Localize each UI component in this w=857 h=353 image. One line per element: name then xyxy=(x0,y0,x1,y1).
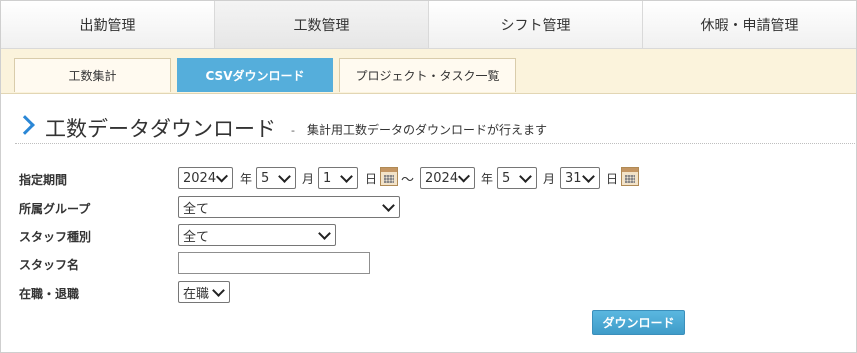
staff-name-label: スタッフ名 xyxy=(19,258,80,272)
staff-type-label: スタッフ種別 xyxy=(19,230,92,244)
to-year-select[interactable]: 2024 xyxy=(420,167,475,189)
top-navigation: 出勤管理 工数管理 シフト管理 休暇・申請管理 xyxy=(1,1,856,49)
app-frame: 出勤管理 工数管理 シフト管理 休暇・申請管理 工数集計 CSVダウンロード プ… xyxy=(0,0,857,353)
sub-navigation: 工数集計 CSVダウンロード プロジェクト・タスク一覧 xyxy=(1,49,856,94)
from-day-select[interactable]: 1 xyxy=(318,167,358,189)
staff-name-input[interactable] xyxy=(178,252,370,274)
from-month-select[interactable]: 5 xyxy=(256,167,296,189)
tab-attendance[interactable]: 出勤管理 xyxy=(1,1,215,48)
group-label: 所属グループ xyxy=(19,202,91,216)
page-title: 工数データダウンロード xyxy=(45,117,276,141)
from-day-unit: 日 xyxy=(365,172,378,186)
to-day-select[interactable]: 31 xyxy=(560,167,600,189)
range-tilde: ～ xyxy=(401,173,415,188)
calendar-icon[interactable] xyxy=(621,167,639,186)
period-label: 指定期間 xyxy=(19,173,68,187)
page-heading: 工数データダウンロード - 集計用工数データのダウンロードが行えます xyxy=(15,113,855,144)
tab-leave-requests[interactable]: 休暇・申請管理 xyxy=(643,1,856,48)
page-subtitle: 集計用工数データのダウンロードが行えます xyxy=(307,123,548,137)
group-select[interactable]: 全て xyxy=(178,196,400,218)
from-year-select[interactable]: 2024 xyxy=(178,167,233,189)
staff-type-select[interactable]: 全て xyxy=(178,224,336,246)
to-month-select[interactable]: 5 xyxy=(497,167,537,189)
tab-shift[interactable]: シフト管理 xyxy=(429,1,643,48)
calendar-icon[interactable] xyxy=(380,167,398,186)
subtab-csv-download[interactable]: CSVダウンロード xyxy=(177,58,333,92)
download-button[interactable]: ダウンロード xyxy=(592,310,685,335)
subtab-manhour-summary[interactable]: 工数集計 xyxy=(14,58,171,92)
to-year-unit: 年 xyxy=(481,172,494,186)
subtab-project-task-list[interactable]: プロジェクト・タスク一覧 xyxy=(339,58,516,92)
employment-label: 在職・退職 xyxy=(19,287,80,301)
tab-manhours[interactable]: 工数管理 xyxy=(215,1,429,48)
chevron-right-icon xyxy=(15,115,35,135)
from-month-unit: 月 xyxy=(302,172,315,186)
to-month-unit: 月 xyxy=(543,172,556,186)
to-day-unit: 日 xyxy=(606,172,619,186)
employment-select[interactable]: 在職 xyxy=(178,281,230,303)
from-year-unit: 年 xyxy=(240,172,253,186)
heading-separator: - xyxy=(291,124,295,137)
